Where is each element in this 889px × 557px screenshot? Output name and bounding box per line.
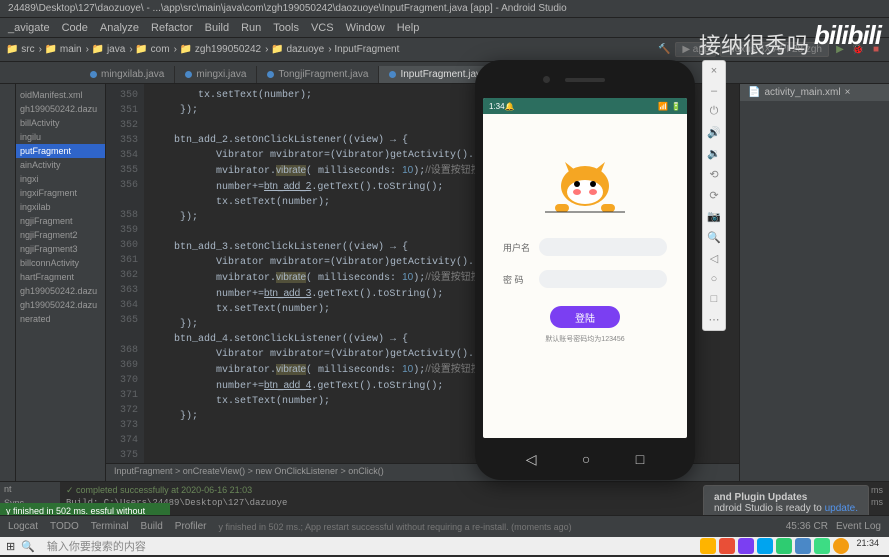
- username-label: 用户名: [503, 241, 531, 254]
- tray-icon[interactable]: [833, 538, 849, 554]
- toolbar: 📁 src› 📁 main› 📁 java› 📁 com› 📁 zgh19905…: [0, 38, 889, 62]
- task-icon[interactable]: [776, 538, 792, 554]
- status-tab[interactable]: Profiler: [175, 521, 207, 532]
- task-icon[interactable]: [795, 538, 811, 554]
- more-icon[interactable]: ⋯: [709, 313, 720, 326]
- clock: 21:34: [852, 538, 883, 554]
- menu-item[interactable]: Help: [397, 22, 420, 34]
- volume-up-icon[interactable]: 🔊: [707, 126, 721, 139]
- status-tab[interactable]: Build: [141, 521, 163, 532]
- status-bar: Logcat TODO Terminal Build Profiler y fi…: [0, 515, 889, 537]
- emulator-device: 1:34 🔔 📶🔋 用户名 密 码 登陆 默认账号密码均为123: [475, 60, 695, 480]
- window-title: 24489\Desktop\127\daozuoye\ - ...\app\sr…: [0, 0, 889, 18]
- volume-down-icon[interactable]: 🔉: [707, 147, 721, 160]
- menu-item[interactable]: _avigate: [8, 22, 50, 34]
- status-tab[interactable]: TODO: [50, 521, 79, 532]
- run-config-dropdown[interactable]: ▶ app: [675, 42, 716, 57]
- back-icon[interactable]: ◁: [526, 451, 537, 468]
- minimize-icon[interactable]: –: [711, 85, 717, 97]
- login-button[interactable]: 登陆: [550, 306, 620, 328]
- home-icon[interactable]: ○: [582, 451, 590, 468]
- menu-item[interactable]: VCS: [311, 22, 334, 34]
- menu-item[interactable]: Analyze: [100, 22, 139, 34]
- taskbar: ⊞ 🔍 输入你要搜索的内容 21:34: [0, 537, 889, 555]
- update-link[interactable]: update.: [825, 503, 858, 514]
- right-tab[interactable]: 📄 activity_main.xml ×: [740, 84, 889, 101]
- menu-item[interactable]: Window: [346, 22, 385, 34]
- run-icon[interactable]: ▶: [833, 43, 847, 57]
- editor-tab[interactable]: TongjiFragment.java: [257, 66, 379, 83]
- emulator-toolbar: × – ⏻ 🔊 🔉 ⟲ ⟳ 📷 🔍 ◁ ○ □ ⋯: [702, 60, 726, 331]
- android-statusbar: 1:34 🔔 📶🔋: [483, 98, 687, 114]
- status-tab[interactable]: Terminal: [91, 521, 129, 532]
- task-icon[interactable]: [719, 538, 735, 554]
- zoom-icon[interactable]: 🔍: [707, 231, 721, 244]
- close-icon[interactable]: ×: [711, 65, 717, 77]
- menu-item[interactable]: Tools: [273, 22, 299, 34]
- task-icon[interactable]: [814, 538, 830, 554]
- home-icon[interactable]: ○: [711, 273, 718, 285]
- password-label: 密 码: [503, 273, 531, 286]
- task-icon[interactable]: [757, 538, 773, 554]
- menu-item[interactable]: Code: [62, 22, 88, 34]
- line-gutter: 3503513523533543553563583593603613623633…: [106, 84, 144, 463]
- breadcrumb: 📁 src› 📁 main› 📁 java› 📁 com› 📁 zgh19905…: [6, 44, 403, 55]
- project-tree[interactable]: oidManifest.xmlgh199050242.dazubillActiv…: [16, 84, 106, 481]
- status-tab[interactable]: Logcat: [8, 521, 38, 532]
- rotate-right-icon[interactable]: ⟳: [709, 189, 718, 202]
- back-icon[interactable]: ◁: [710, 252, 718, 265]
- mascot-image: [483, 114, 687, 214]
- debug-icon[interactable]: 🐞: [851, 43, 865, 57]
- camera-icon[interactable]: 📷: [707, 210, 721, 223]
- editor-tabs: mingxilab.java mingxi.java TongjiFragmen…: [0, 62, 889, 84]
- password-input[interactable]: [539, 270, 667, 288]
- recent-icon[interactable]: □: [636, 451, 644, 468]
- username-input[interactable]: [539, 238, 667, 256]
- event-log[interactable]: Event Log: [836, 521, 881, 532]
- search-input[interactable]: 输入你要搜索的内容: [41, 538, 698, 554]
- android-navbar: ◁ ○ □: [475, 451, 695, 468]
- search-icon[interactable]: 🔍: [21, 540, 35, 553]
- left-gutter: [0, 84, 16, 481]
- emulator-screen[interactable]: 1:34 🔔 📶🔋 用户名 密 码 登陆 默认账号密码均为123: [483, 98, 687, 438]
- login-hint: 默认账号密码均为123456: [503, 334, 667, 344]
- build-icon[interactable]: 🔨: [657, 43, 671, 57]
- editor-tab[interactable]: mingxilab.java: [80, 66, 175, 83]
- editor-tab[interactable]: mingxi.java: [175, 66, 257, 83]
- menu-item[interactable]: Build: [205, 22, 229, 34]
- device-dropdown[interactable]: Nexus 5X API 28 zgh: [720, 42, 829, 57]
- stop-icon[interactable]: ■: [869, 43, 883, 57]
- rotate-left-icon[interactable]: ⟲: [709, 168, 718, 181]
- menu-item[interactable]: Refactor: [151, 22, 193, 34]
- menu-item[interactable]: Run: [241, 22, 261, 34]
- power-icon[interactable]: ⏻: [710, 105, 719, 118]
- right-panel: 📄 activity_main.xml ×: [739, 84, 889, 481]
- task-icon[interactable]: [738, 538, 754, 554]
- windows-icon[interactable]: ⊞: [6, 540, 15, 553]
- task-icon[interactable]: [700, 538, 716, 554]
- recent-icon[interactable]: □: [711, 293, 718, 305]
- menu-bar: _avigate Code Analyze Refactor Build Run…: [0, 18, 889, 38]
